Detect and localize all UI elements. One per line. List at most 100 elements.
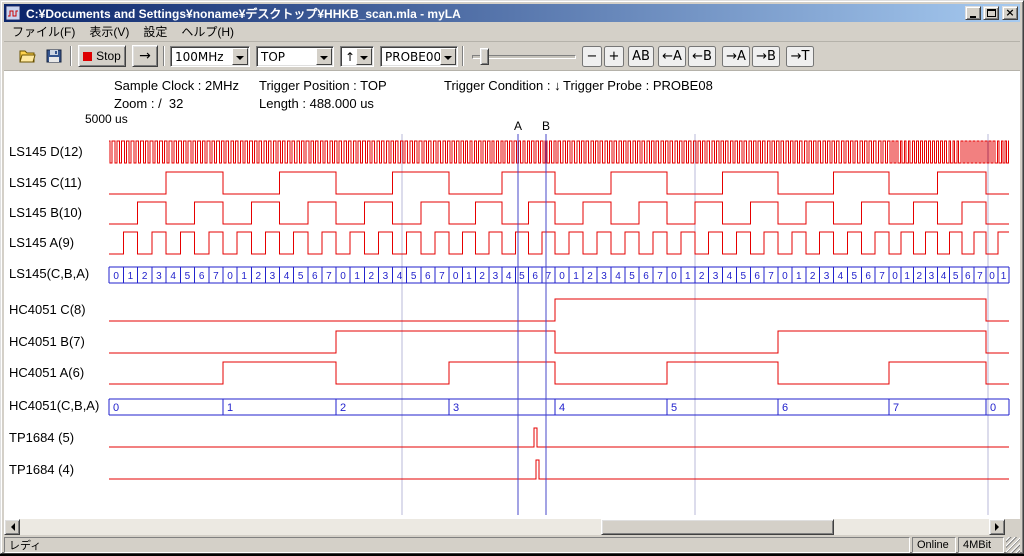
waveform-trace-4: [109, 232, 1009, 254]
channel-label-7: HC4051 B(7): [9, 334, 85, 349]
channel-label-6: HC4051 C(8): [9, 302, 86, 317]
bus-value: 2: [587, 271, 593, 282]
bus-value: 3: [929, 271, 935, 282]
bus-value: 0: [559, 271, 565, 282]
bus-value: 6: [532, 271, 538, 282]
bus-value: 4: [284, 271, 290, 282]
bus-value: 7: [439, 271, 445, 282]
scrollbar-thumb[interactable]: [601, 519, 834, 535]
bus-value: 5: [411, 271, 417, 282]
bus-value: 3: [824, 271, 830, 282]
scroll-left-button[interactable]: [4, 519, 20, 535]
bus-value: 5: [629, 271, 635, 282]
bus-value: 5: [852, 271, 858, 282]
bus-value: 4: [941, 271, 947, 282]
status-online: Online: [912, 537, 956, 553]
bus-value: 4: [615, 271, 621, 282]
bus-value: 6: [782, 402, 788, 414]
bus-value: 3: [601, 271, 607, 282]
bus-value: 1: [904, 271, 910, 282]
bus-value: 3: [383, 271, 389, 282]
bus-value: 6: [965, 271, 971, 282]
channel-label-5: LS145(C,B,A): [9, 266, 89, 281]
channel-label-3: LS145 B(10): [9, 205, 82, 220]
bus-value: 5: [519, 271, 525, 282]
bus-value: 3: [270, 271, 276, 282]
waveform-trace-11: [109, 460, 1009, 479]
bus-value: 2: [479, 271, 485, 282]
waveform-trace-6: [109, 299, 1009, 321]
bus-value: 1: [796, 271, 802, 282]
bus-value: 6: [754, 271, 760, 282]
waveform-trace-8: [109, 362, 1009, 384]
bus-value: 4: [397, 271, 403, 282]
bus-value: 0: [671, 271, 677, 282]
marker-label-B: B: [542, 119, 550, 133]
channel-label-9: HC4051(C,B,A): [9, 398, 99, 413]
bus-value: 7: [893, 402, 899, 414]
bus-value: 7: [657, 271, 663, 282]
bus-value: 5: [671, 402, 677, 414]
bus-value: 4: [838, 271, 844, 282]
marker-label-A: A: [514, 119, 522, 133]
channel-label-11: TP1684 (4): [9, 462, 74, 477]
bus-value: 2: [917, 271, 923, 282]
app-window: C:¥Documents and Settings¥noname¥デスクトップ¥…: [0, 0, 1024, 554]
bus-value: 6: [425, 271, 431, 282]
bus-value: 3: [453, 402, 459, 414]
bus-value: 6: [199, 271, 205, 282]
channel-label-4: LS145 A(9): [9, 235, 74, 250]
bus-value: 0: [453, 271, 459, 282]
bus-value: 5: [953, 271, 959, 282]
bus-value: 0: [113, 402, 119, 414]
resize-grip[interactable]: [1006, 537, 1020, 553]
bus-value: 0: [989, 271, 995, 282]
scroll-right-button[interactable]: [989, 519, 1005, 535]
bus-value: 1: [573, 271, 579, 282]
waveform-trace-2: [109, 172, 1009, 194]
bus-value: 6: [643, 271, 649, 282]
status-ready: レディ: [4, 537, 910, 553]
bus-value: 3: [156, 271, 162, 282]
channel-label-10: TP1684 (5): [9, 430, 74, 445]
waveform-trace-10: [109, 428, 1009, 447]
status-memory: 4MBit: [958, 537, 1004, 553]
bus-value: 0: [782, 271, 788, 282]
bus-value: 1: [1001, 271, 1007, 282]
waveform-display[interactable]: 0123456701234567012345670123456701234567…: [1, 1, 1023, 555]
bus-value: 2: [810, 271, 816, 282]
bus-value: 7: [768, 271, 774, 282]
bus-value: 0: [227, 271, 233, 282]
bus-value: 1: [354, 271, 360, 282]
arrow-right-icon: [995, 523, 1003, 531]
channel-label-2: LS145 C(11): [9, 175, 82, 190]
bus-value: 2: [340, 402, 346, 414]
waveform-trace-3: [109, 202, 1009, 224]
bus-value: 1: [466, 271, 472, 282]
bus-value: 0: [892, 271, 898, 282]
bus-value: 4: [559, 402, 565, 414]
bus-value: 2: [142, 271, 148, 282]
bus-value: 3: [713, 271, 719, 282]
arrow-left-icon: [7, 523, 15, 531]
bus-value: 7: [213, 271, 219, 282]
bus-value: 4: [170, 271, 176, 282]
bus-value: 1: [227, 402, 233, 414]
bus-value: 1: [241, 271, 247, 282]
bus-value: 0: [340, 271, 346, 282]
bus-value: 1: [685, 271, 691, 282]
bus-value: 2: [369, 271, 375, 282]
bus-value: 4: [506, 271, 512, 282]
waveform-trace-7: [109, 331, 1009, 353]
horizontal-scrollbar[interactable]: [4, 519, 1005, 535]
bus-value: 7: [326, 271, 332, 282]
bus-value: 4: [727, 271, 733, 282]
waveform-trace-1: [109, 141, 1009, 163]
bus-value: 6: [865, 271, 871, 282]
bus-value: 6: [312, 271, 318, 282]
bus-value: 5: [741, 271, 747, 282]
channel-label-8: HC4051 A(6): [9, 365, 84, 380]
bus-value: 5: [185, 271, 191, 282]
bus-value: 1: [128, 271, 134, 282]
bus-value: 0: [113, 271, 119, 282]
